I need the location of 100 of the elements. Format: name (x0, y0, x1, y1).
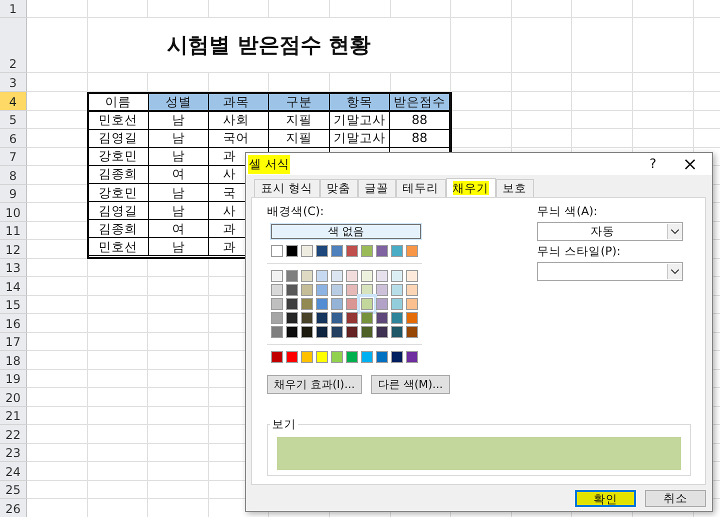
color-swatch[interactable] (391, 245, 403, 257)
sheet-cell[interactable] (27, 0, 88, 18)
color-swatch[interactable] (406, 312, 418, 324)
row-header[interactable]: 19 (0, 370, 27, 388)
sheet-cell[interactable]: 시험별 받은점수 현황 (88, 18, 452, 73)
help-button[interactable]: ? (638, 156, 668, 172)
sheet-cell[interactable] (88, 296, 148, 314)
cancel-button[interactable]: 취소 (645, 490, 706, 507)
sheet-cell[interactable] (572, 73, 633, 92)
color-swatch[interactable] (331, 351, 343, 363)
tab[interactable]: 보호 (496, 179, 534, 197)
color-swatch[interactable] (286, 284, 298, 296)
sheet-cell[interactable] (27, 351, 88, 370)
color-swatch[interactable] (286, 245, 298, 257)
sheet-cell[interactable] (27, 314, 88, 332)
color-swatch[interactable] (316, 326, 328, 338)
sheet-cell[interactable] (27, 388, 88, 406)
sheet-cell[interactable] (572, 129, 633, 148)
color-swatch[interactable] (376, 312, 388, 324)
color-swatch[interactable] (331, 312, 343, 324)
row-header[interactable]: 11 (0, 222, 27, 240)
color-swatch[interactable] (406, 284, 418, 296)
sheet-cell[interactable] (572, 18, 633, 73)
tab[interactable]: 글꼴 (358, 179, 396, 197)
sheet-cell[interactable] (572, 92, 633, 110)
color-swatch[interactable] (361, 351, 373, 363)
sheet-cell[interactable] (148, 0, 209, 18)
sheet-cell[interactable] (148, 277, 209, 296)
color-swatch[interactable] (301, 284, 313, 296)
color-swatch[interactable] (316, 312, 328, 324)
color-swatch[interactable] (346, 351, 358, 363)
row-header[interactable]: 6 (0, 129, 27, 148)
color-swatch[interactable] (376, 270, 388, 282)
color-swatch[interactable] (346, 245, 358, 257)
sheet-cell[interactable] (88, 388, 148, 406)
color-swatch[interactable] (271, 351, 283, 363)
sheet-cell[interactable] (27, 18, 88, 73)
color-swatch[interactable] (286, 298, 298, 310)
sheet-cell[interactable] (632, 92, 694, 110)
row-header[interactable]: 10 (0, 203, 27, 222)
color-swatch[interactable] (406, 351, 418, 363)
row-header[interactable]: 8 (0, 166, 27, 184)
sheet-cell[interactable] (632, 0, 694, 18)
row-header[interactable]: 3 (0, 73, 27, 92)
sheet-cell[interactable] (451, 73, 512, 92)
color-swatch[interactable] (286, 351, 298, 363)
color-swatch[interactable] (391, 312, 403, 324)
color-swatch[interactable] (301, 351, 313, 363)
row-header[interactable]: 15 (0, 296, 27, 314)
sheet-cell[interactable] (148, 351, 209, 370)
sheet-cell[interactable] (269, 0, 330, 18)
sheet-cell[interactable] (390, 0, 452, 18)
color-swatch[interactable] (406, 270, 418, 282)
sheet-cell[interactable] (88, 332, 148, 351)
color-swatch[interactable] (301, 326, 313, 338)
more-colors-button[interactable]: 다른 색(M)... (370, 375, 450, 394)
color-swatch[interactable] (406, 298, 418, 310)
no-color-button[interactable]: 색 없음 (271, 224, 421, 239)
row-header[interactable]: 23 (0, 444, 27, 462)
row-header[interactable]: 17 (0, 332, 27, 351)
color-swatch[interactable] (376, 284, 388, 296)
color-swatch[interactable] (376, 245, 388, 257)
color-swatch[interactable] (286, 326, 298, 338)
row-header[interactable]: 5 (0, 110, 27, 129)
sheet-cell[interactable] (512, 92, 572, 110)
color-swatch[interactable] (286, 270, 298, 282)
row-header[interactable]: 1 (0, 0, 27, 18)
color-swatch[interactable] (376, 298, 388, 310)
color-swatch[interactable] (346, 312, 358, 324)
row-header[interactable]: 2 (0, 18, 27, 73)
color-swatch[interactable] (316, 270, 328, 282)
color-swatch[interactable] (391, 270, 403, 282)
tab[interactable]: 표시 형식 (254, 179, 320, 197)
color-swatch[interactable] (361, 270, 373, 282)
color-swatch[interactable] (331, 270, 343, 282)
row-header[interactable]: 25 (0, 480, 27, 499)
sheet-cell[interactable] (88, 444, 148, 462)
color-swatch[interactable] (391, 351, 403, 363)
sheet-cell[interactable] (512, 0, 572, 18)
sheet-cell[interactable] (451, 18, 512, 73)
sheet-cell[interactable] (27, 480, 88, 499)
color-swatch[interactable] (376, 326, 388, 338)
tab[interactable]: 채우기 (446, 178, 496, 198)
color-swatch[interactable] (346, 284, 358, 296)
color-swatch[interactable] (316, 298, 328, 310)
color-swatch[interactable] (331, 245, 343, 257)
color-swatch[interactable] (301, 312, 313, 324)
sheet-cell[interactable] (27, 258, 88, 277)
color-swatch[interactable] (361, 245, 373, 257)
color-swatch[interactable] (391, 284, 403, 296)
ok-button[interactable]: 확인 (575, 490, 636, 507)
pattern-style-dropdown[interactable] (537, 262, 683, 281)
sheet-cell[interactable] (512, 129, 572, 148)
color-swatch[interactable] (406, 245, 418, 257)
sheet-cell[interactable] (88, 0, 148, 18)
color-swatch[interactable] (301, 298, 313, 310)
color-swatch[interactable] (316, 351, 328, 363)
sheet-cell[interactable] (27, 73, 88, 92)
sheet-cell[interactable] (632, 110, 694, 129)
color-swatch[interactable] (391, 326, 403, 338)
